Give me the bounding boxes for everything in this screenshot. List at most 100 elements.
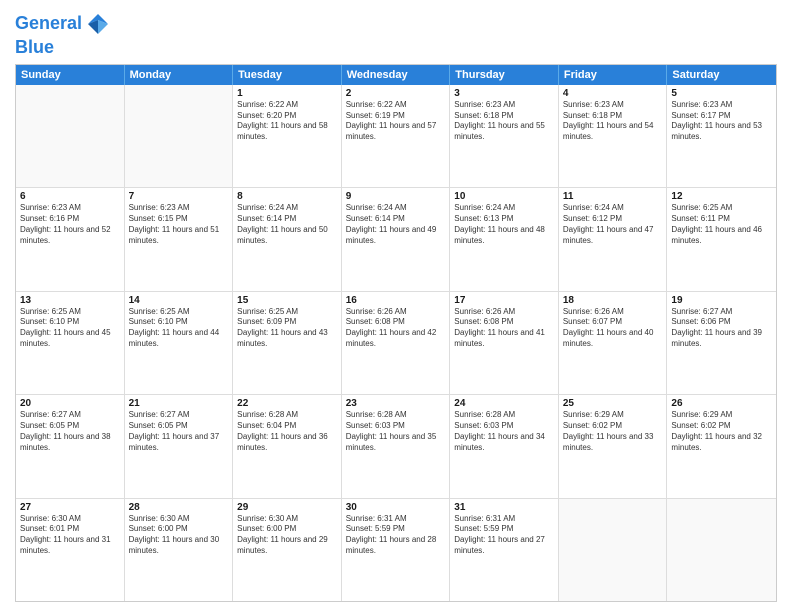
calendar-day-18: 18Sunrise: 6:26 AM Sunset: 6:07 PM Dayli… — [559, 292, 668, 394]
logo: General Blue — [15, 10, 112, 58]
header-day-tuesday: Tuesday — [233, 65, 342, 85]
day-info: Sunrise: 6:30 AM Sunset: 6:00 PM Dayligh… — [237, 514, 337, 557]
calendar-week-5: 27Sunrise: 6:30 AM Sunset: 6:01 PM Dayli… — [16, 499, 776, 601]
day-info: Sunrise: 6:31 AM Sunset: 5:59 PM Dayligh… — [346, 514, 446, 557]
calendar-header: SundayMondayTuesdayWednesdayThursdayFrid… — [16, 65, 776, 85]
day-number: 6 — [20, 191, 120, 202]
day-info: Sunrise: 6:31 AM Sunset: 5:59 PM Dayligh… — [454, 514, 554, 557]
day-number: 17 — [454, 295, 554, 306]
day-info: Sunrise: 6:27 AM Sunset: 6:05 PM Dayligh… — [129, 410, 229, 453]
calendar-day-1: 1Sunrise: 6:22 AM Sunset: 6:20 PM Daylig… — [233, 85, 342, 187]
day-info: Sunrise: 6:27 AM Sunset: 6:06 PM Dayligh… — [671, 307, 772, 350]
day-number: 19 — [671, 295, 772, 306]
day-info: Sunrise: 6:28 AM Sunset: 6:03 PM Dayligh… — [346, 410, 446, 453]
calendar-day-21: 21Sunrise: 6:27 AM Sunset: 6:05 PM Dayli… — [125, 395, 234, 497]
logo-text: General — [15, 14, 82, 34]
header-day-sunday: Sunday — [16, 65, 125, 85]
calendar-day-29: 29Sunrise: 6:30 AM Sunset: 6:00 PM Dayli… — [233, 499, 342, 601]
day-info: Sunrise: 6:22 AM Sunset: 6:20 PM Dayligh… — [237, 100, 337, 143]
day-info: Sunrise: 6:26 AM Sunset: 6:08 PM Dayligh… — [346, 307, 446, 350]
calendar-day-4: 4Sunrise: 6:23 AM Sunset: 6:18 PM Daylig… — [559, 85, 668, 187]
calendar-day-11: 11Sunrise: 6:24 AM Sunset: 6:12 PM Dayli… — [559, 188, 668, 290]
logo-text-blue: Blue — [15, 38, 112, 58]
day-info: Sunrise: 6:24 AM Sunset: 6:14 PM Dayligh… — [237, 203, 337, 246]
calendar-day-3: 3Sunrise: 6:23 AM Sunset: 6:18 PM Daylig… — [450, 85, 559, 187]
calendar-day-27: 27Sunrise: 6:30 AM Sunset: 6:01 PM Dayli… — [16, 499, 125, 601]
calendar-day-28: 28Sunrise: 6:30 AM Sunset: 6:00 PM Dayli… — [125, 499, 234, 601]
day-number: 22 — [237, 398, 337, 409]
calendar-day-30: 30Sunrise: 6:31 AM Sunset: 5:59 PM Dayli… — [342, 499, 451, 601]
calendar-day-2: 2Sunrise: 6:22 AM Sunset: 6:19 PM Daylig… — [342, 85, 451, 187]
day-number: 24 — [454, 398, 554, 409]
day-number: 28 — [129, 502, 229, 513]
calendar-day-26: 26Sunrise: 6:29 AM Sunset: 6:02 PM Dayli… — [667, 395, 776, 497]
header-day-monday: Monday — [125, 65, 234, 85]
day-number: 21 — [129, 398, 229, 409]
day-info: Sunrise: 6:24 AM Sunset: 6:14 PM Dayligh… — [346, 203, 446, 246]
calendar-day-25: 25Sunrise: 6:29 AM Sunset: 6:02 PM Dayli… — [559, 395, 668, 497]
day-info: Sunrise: 6:23 AM Sunset: 6:18 PM Dayligh… — [454, 100, 554, 143]
day-info: Sunrise: 6:30 AM Sunset: 6:01 PM Dayligh… — [20, 514, 120, 557]
day-info: Sunrise: 6:29 AM Sunset: 6:02 PM Dayligh… — [671, 410, 772, 453]
day-number: 30 — [346, 502, 446, 513]
calendar-day-5: 5Sunrise: 6:23 AM Sunset: 6:17 PM Daylig… — [667, 85, 776, 187]
day-number: 29 — [237, 502, 337, 513]
calendar-day-empty — [16, 85, 125, 187]
day-info: Sunrise: 6:24 AM Sunset: 6:13 PM Dayligh… — [454, 203, 554, 246]
day-number: 8 — [237, 191, 337, 202]
day-number: 15 — [237, 295, 337, 306]
day-number: 25 — [563, 398, 663, 409]
calendar-day-10: 10Sunrise: 6:24 AM Sunset: 6:13 PM Dayli… — [450, 188, 559, 290]
day-info: Sunrise: 6:28 AM Sunset: 6:03 PM Dayligh… — [454, 410, 554, 453]
logo-icon — [84, 10, 112, 38]
day-number: 31 — [454, 502, 554, 513]
calendar-day-empty — [559, 499, 668, 601]
calendar-day-20: 20Sunrise: 6:27 AM Sunset: 6:05 PM Dayli… — [16, 395, 125, 497]
page-header: General Blue — [15, 10, 777, 58]
calendar-day-empty — [667, 499, 776, 601]
calendar-day-9: 9Sunrise: 6:24 AM Sunset: 6:14 PM Daylig… — [342, 188, 451, 290]
day-info: Sunrise: 6:30 AM Sunset: 6:00 PM Dayligh… — [129, 514, 229, 557]
day-number: 16 — [346, 295, 446, 306]
calendar-day-19: 19Sunrise: 6:27 AM Sunset: 6:06 PM Dayli… — [667, 292, 776, 394]
day-number: 14 — [129, 295, 229, 306]
day-number: 23 — [346, 398, 446, 409]
calendar-day-15: 15Sunrise: 6:25 AM Sunset: 6:09 PM Dayli… — [233, 292, 342, 394]
calendar-day-23: 23Sunrise: 6:28 AM Sunset: 6:03 PM Dayli… — [342, 395, 451, 497]
calendar-week-1: 1Sunrise: 6:22 AM Sunset: 6:20 PM Daylig… — [16, 85, 776, 188]
calendar-day-14: 14Sunrise: 6:25 AM Sunset: 6:10 PM Dayli… — [125, 292, 234, 394]
calendar-day-13: 13Sunrise: 6:25 AM Sunset: 6:10 PM Dayli… — [16, 292, 125, 394]
day-info: Sunrise: 6:25 AM Sunset: 6:11 PM Dayligh… — [671, 203, 772, 246]
day-info: Sunrise: 6:25 AM Sunset: 6:10 PM Dayligh… — [129, 307, 229, 350]
calendar-day-17: 17Sunrise: 6:26 AM Sunset: 6:08 PM Dayli… — [450, 292, 559, 394]
calendar-day-12: 12Sunrise: 6:25 AM Sunset: 6:11 PM Dayli… — [667, 188, 776, 290]
calendar-day-empty — [125, 85, 234, 187]
day-info: Sunrise: 6:29 AM Sunset: 6:02 PM Dayligh… — [563, 410, 663, 453]
day-number: 18 — [563, 295, 663, 306]
day-number: 9 — [346, 191, 446, 202]
day-info: Sunrise: 6:28 AM Sunset: 6:04 PM Dayligh… — [237, 410, 337, 453]
calendar-day-22: 22Sunrise: 6:28 AM Sunset: 6:04 PM Dayli… — [233, 395, 342, 497]
day-info: Sunrise: 6:23 AM Sunset: 6:17 PM Dayligh… — [671, 100, 772, 143]
day-number: 27 — [20, 502, 120, 513]
day-info: Sunrise: 6:23 AM Sunset: 6:16 PM Dayligh… — [20, 203, 120, 246]
day-number: 2 — [346, 88, 446, 99]
header-day-friday: Friday — [559, 65, 668, 85]
day-info: Sunrise: 6:24 AM Sunset: 6:12 PM Dayligh… — [563, 203, 663, 246]
day-number: 26 — [671, 398, 772, 409]
calendar-day-16: 16Sunrise: 6:26 AM Sunset: 6:08 PM Dayli… — [342, 292, 451, 394]
header-day-wednesday: Wednesday — [342, 65, 451, 85]
day-info: Sunrise: 6:25 AM Sunset: 6:09 PM Dayligh… — [237, 307, 337, 350]
day-info: Sunrise: 6:26 AM Sunset: 6:08 PM Dayligh… — [454, 307, 554, 350]
day-info: Sunrise: 6:25 AM Sunset: 6:10 PM Dayligh… — [20, 307, 120, 350]
calendar: SundayMondayTuesdayWednesdayThursdayFrid… — [15, 64, 777, 602]
day-info: Sunrise: 6:26 AM Sunset: 6:07 PM Dayligh… — [563, 307, 663, 350]
calendar-day-24: 24Sunrise: 6:28 AM Sunset: 6:03 PM Dayli… — [450, 395, 559, 497]
day-number: 10 — [454, 191, 554, 202]
day-number: 12 — [671, 191, 772, 202]
day-number: 5 — [671, 88, 772, 99]
day-number: 1 — [237, 88, 337, 99]
calendar-week-2: 6Sunrise: 6:23 AM Sunset: 6:16 PM Daylig… — [16, 188, 776, 291]
calendar-week-4: 20Sunrise: 6:27 AM Sunset: 6:05 PM Dayli… — [16, 395, 776, 498]
calendar-week-3: 13Sunrise: 6:25 AM Sunset: 6:10 PM Dayli… — [16, 292, 776, 395]
